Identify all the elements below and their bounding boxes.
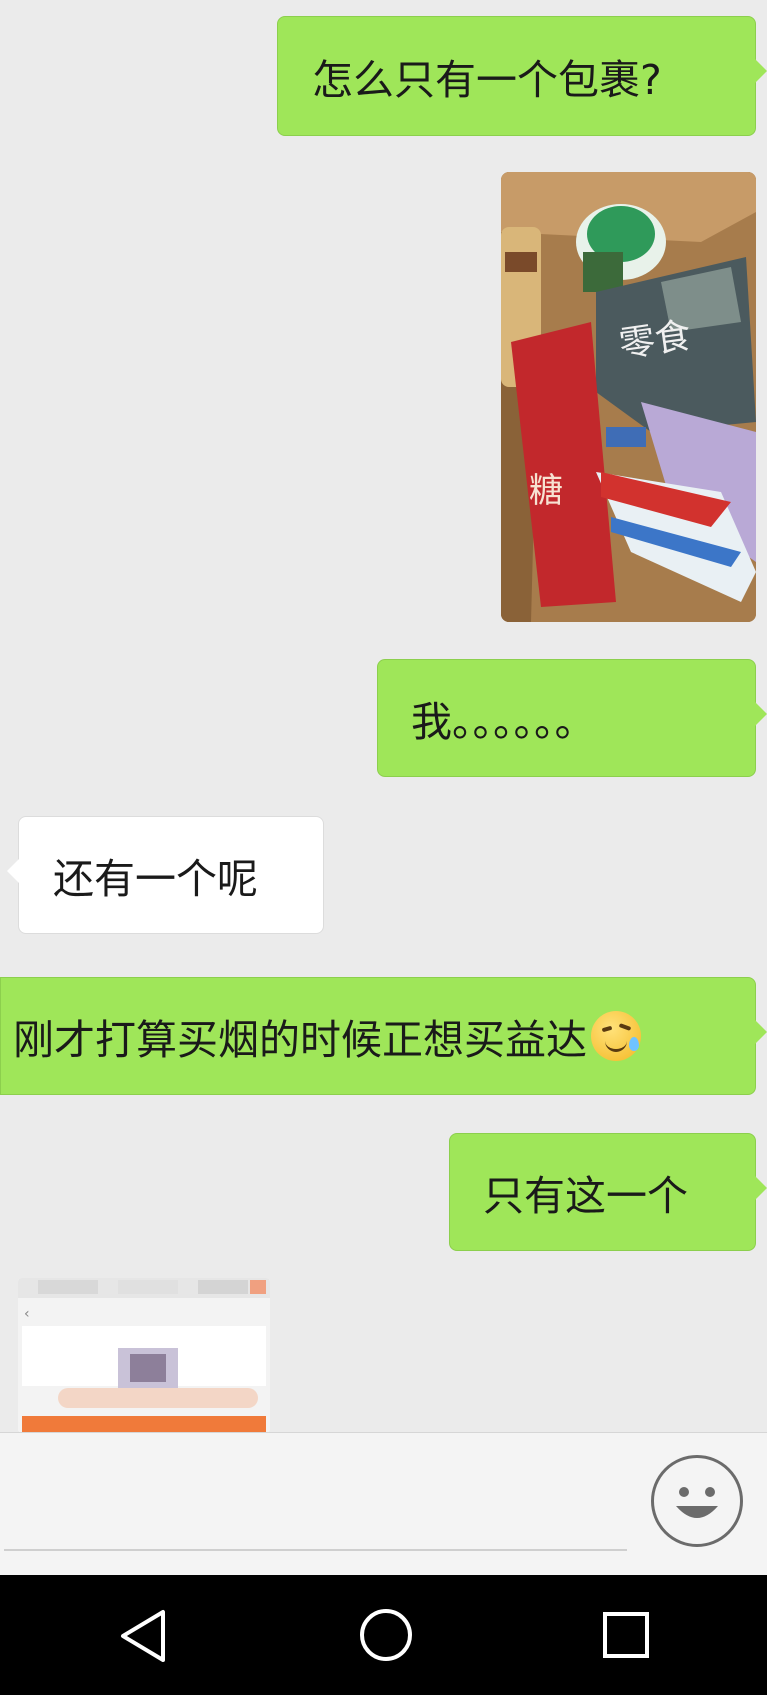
message-bubble-sent[interactable]: 我。。。。。。 <box>377 659 767 777</box>
home-circle-icon[interactable] <box>358 1607 414 1663</box>
smirk-sweat-emoji-icon <box>591 1011 641 1061</box>
input-bar <box>0 1432 767 1576</box>
message-text: 怎么只有一个包裹? <box>312 56 662 104</box>
svg-text:‹: ‹ <box>24 1306 30 1322</box>
message-text: 我。。。。。。 <box>411 698 596 746</box>
message-bubble-sent[interactable]: 只有这一个 <box>449 1133 767 1251</box>
smiley-face-icon <box>676 1487 718 1518</box>
svg-text:糖: 糖 <box>529 471 563 511</box>
message-bubble-received[interactable]: 还有一个呢 <box>7 816 324 934</box>
sent-image-message[interactable]: 零食 糖 <box>501 172 756 622</box>
blurred-screenshot-thumbnail-icon: ‹ <box>18 1278 270 1432</box>
recents-square-icon[interactable] <box>601 1610 651 1660</box>
emoji-button[interactable] <box>651 1455 743 1547</box>
navigation-bar <box>0 1575 767 1695</box>
message-bubble-sent[interactable]: 怎么只有一个包裹? <box>277 16 767 136</box>
message-text: 只有这一个 <box>483 1172 688 1220</box>
message-text: 还有一个呢 <box>53 855 258 903</box>
received-image-message[interactable]: ‹ <box>18 1278 270 1432</box>
message-bubble-sent[interactable]: 刚才打算买烟的时候正想买益达 <box>0 977 767 1095</box>
photo-of-snack-box-icon: 零食 糖 <box>501 172 756 622</box>
back-triangle-icon[interactable] <box>117 1608 173 1664</box>
chat-area[interactable]: 怎么只有一个包裹? 零食 糖 我。。。。。。 还有一个呢 刚才打算买烟的时候正想… <box>0 0 767 1432</box>
message-text: 刚才打算买烟的时候正想买益达 <box>13 1016 587 1064</box>
message-input[interactable] <box>4 1549 627 1551</box>
